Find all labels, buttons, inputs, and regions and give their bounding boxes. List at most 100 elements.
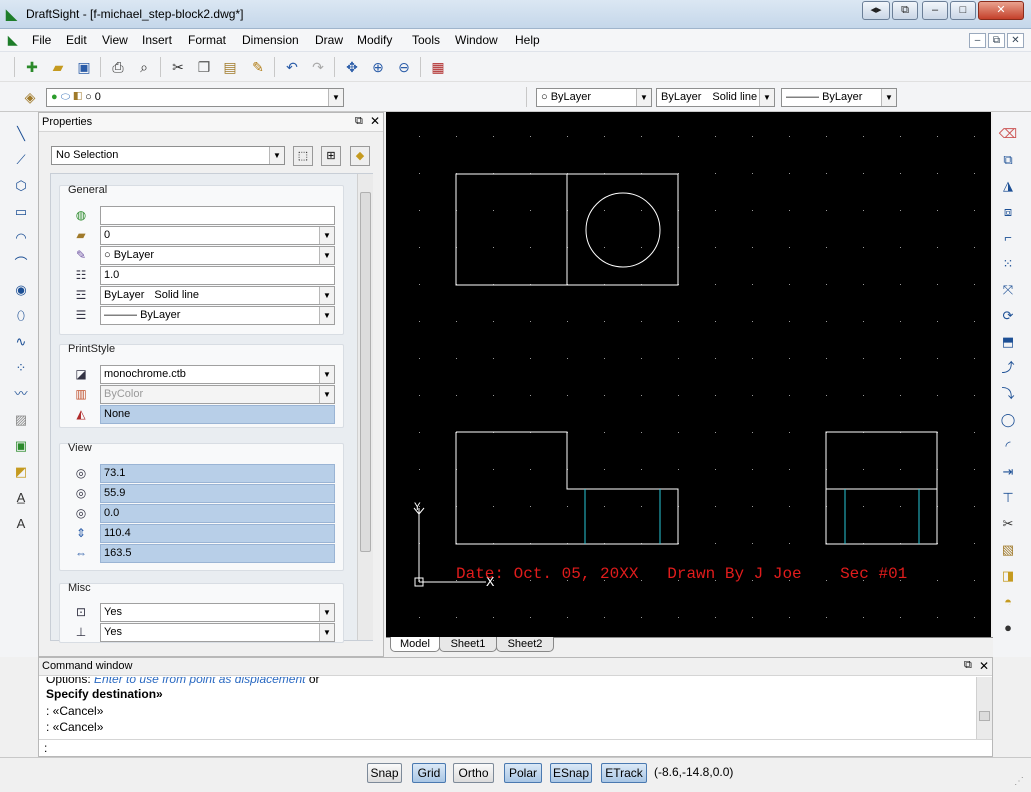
note-icon[interactable]: A̲: [11, 488, 31, 508]
linestyle-field[interactable]: ByLayer Solid line ▼: [100, 286, 335, 305]
esnap-button[interactable]: ESnap: [550, 763, 592, 783]
close-icon[interactable]: ✕: [979, 659, 989, 673]
simple-note-icon[interactable]: A: [11, 514, 31, 534]
layer-dropdown[interactable]: ● ⬭ ◧ ○ 0 ▼: [46, 88, 344, 107]
menu-draw[interactable]: Draw: [315, 33, 343, 47]
extend-icon[interactable]: ◯: [998, 410, 1018, 430]
view-height-field[interactable]: 110.4: [100, 524, 335, 543]
menu-dimension[interactable]: Dimension: [242, 33, 299, 47]
new-file-icon[interactable]: ✚: [22, 57, 42, 77]
make-block-icon[interactable]: ◩: [11, 462, 31, 482]
selection-dropdown[interactable]: No Selection ▼: [51, 146, 285, 165]
array-icon[interactable]: ⁙: [998, 254, 1018, 274]
arc-3point-icon[interactable]: ⌒: [11, 254, 31, 274]
eraser-icon[interactable]: ⌫: [998, 124, 1018, 144]
rotate-icon[interactable]: ⟳: [998, 306, 1018, 326]
move-icon[interactable]: ⤧: [998, 280, 1018, 300]
etrack-button[interactable]: ETrack: [601, 763, 647, 783]
open-folder-icon[interactable]: ▰: [48, 57, 68, 77]
linestyle-dropdown[interactable]: ByLayer Solid line ▼: [656, 88, 775, 107]
chamfer-icon[interactable]: ▧: [998, 540, 1018, 560]
zoom-window-icon[interactable]: ⊕: [368, 57, 388, 77]
close-icon[interactable]: ✕: [370, 114, 380, 128]
view-center-z-field[interactable]: 0.0: [100, 504, 335, 523]
polyline-icon[interactable]: ⟋: [11, 150, 31, 170]
zoom-previous-icon[interactable]: ⊖: [394, 57, 414, 77]
ortho-button[interactable]: Ortho: [453, 763, 494, 783]
tab-sheet1[interactable]: Sheet1: [439, 637, 497, 652]
printstyle-table-field[interactable]: monochrome.ctb ▼: [100, 365, 335, 384]
fillet-icon[interactable]: ◜: [998, 436, 1018, 456]
save-icon[interactable]: ▣: [74, 57, 94, 77]
menu-tools[interactable]: Tools: [412, 33, 440, 47]
toggle-pickadd-icon[interactable]: ◆: [350, 146, 370, 166]
copy-entity-icon[interactable]: ⧉: [998, 150, 1018, 170]
point-icon[interactable]: ⁘: [11, 358, 31, 378]
copy-icon[interactable]: ❐: [194, 57, 214, 77]
view-center-y-field[interactable]: 55.9: [100, 484, 335, 503]
restore-button[interactable]: ⧉: [892, 1, 918, 20]
bomb-icon[interactable]: ●: [998, 618, 1018, 638]
ellipse-icon[interactable]: ⬯: [11, 306, 31, 326]
print-preview-icon[interactable]: ⌕: [134, 57, 154, 77]
insert-block-icon[interactable]: ▣: [11, 436, 31, 456]
color-field[interactable]: ○ ByLayer ▼: [100, 246, 335, 265]
plotstyle-field[interactable]: None: [100, 405, 335, 424]
resize-grip-icon[interactable]: ⋰: [1014, 776, 1024, 787]
drawing-canvas[interactable]: X Y Date: Oct. 05, 20XX Drawn By J Joe S…: [386, 112, 991, 637]
menu-modify[interactable]: Modify: [357, 33, 392, 47]
float-icon[interactable]: ⧉: [355, 115, 363, 128]
paste-icon[interactable]: ▤: [220, 57, 240, 77]
hatch-icon[interactable]: ▨: [11, 410, 31, 430]
select-objects-icon[interactable]: ⬚: [293, 146, 313, 166]
command-input[interactable]: :: [39, 739, 992, 756]
minimize-button[interactable]: ‒: [922, 1, 948, 20]
misc-field-1[interactable]: Yes ▼: [100, 603, 335, 622]
cut-icon[interactable]: ✂: [168, 57, 188, 77]
polar-button[interactable]: Polar: [504, 763, 542, 783]
offset-icon[interactable]: ⧈: [998, 202, 1018, 222]
stretch-icon[interactable]: ⤴: [998, 358, 1018, 378]
maximize-button[interactable]: □: [950, 1, 976, 20]
spline-icon[interactable]: ∿: [11, 332, 31, 352]
properties-scrollbar[interactable]: [357, 174, 373, 640]
circle-icon[interactable]: ◉: [11, 280, 31, 300]
quick-select-icon[interactable]: ⊞: [321, 146, 341, 166]
float-icon[interactable]: ⧉: [964, 659, 972, 672]
edit-block-icon[interactable]: ◨: [998, 566, 1018, 586]
doc-minimize-button[interactable]: ‒: [969, 33, 986, 48]
lineweight-dropdown[interactable]: ——— ByLayer ▼: [781, 88, 897, 107]
freehand-icon[interactable]: 〰: [11, 384, 31, 404]
properties-palette-icon[interactable]: ▦: [428, 57, 448, 77]
trim-icon[interactable]: ⤵: [998, 384, 1018, 404]
tab-model[interactable]: Model: [390, 637, 440, 652]
menu-edit[interactable]: Edit: [66, 33, 87, 47]
doc-close-button[interactable]: ✕: [1007, 33, 1024, 48]
general-field-1[interactable]: [100, 206, 335, 225]
rectangle-icon[interactable]: ▭: [11, 202, 31, 222]
menu-window[interactable]: Window: [455, 33, 498, 47]
view-width-field[interactable]: 163.5: [100, 544, 335, 563]
join-icon[interactable]: ⇥: [998, 462, 1018, 482]
split-icon[interactable]: ◓: [998, 592, 1018, 612]
misc-field-2[interactable]: Yes ▼: [100, 623, 335, 642]
polygon-icon[interactable]: ⬡: [11, 176, 31, 196]
menu-file[interactable]: File: [32, 33, 51, 47]
menu-format[interactable]: Format: [188, 33, 226, 47]
layer-manager-icon[interactable]: ◈: [20, 87, 40, 107]
command-scrollbar[interactable]: [976, 677, 992, 739]
layer-field[interactable]: 0 ▼: [100, 226, 335, 245]
snap-button[interactable]: Snap: [367, 763, 402, 783]
doc-restore-button[interactable]: ⧉: [988, 33, 1005, 48]
grid-button[interactable]: Grid: [412, 763, 446, 783]
tab-sheet2[interactable]: Sheet2: [496, 637, 554, 652]
break-icon[interactable]: ⊤: [998, 488, 1018, 508]
pan-icon[interactable]: ✥: [342, 57, 362, 77]
undo-icon[interactable]: ↶: [282, 57, 302, 77]
lineweight-field[interactable]: ——— ByLayer ▼: [100, 306, 335, 325]
menu-insert[interactable]: Insert: [142, 33, 172, 47]
scrollbar-thumb[interactable]: [360, 192, 371, 552]
menu-help[interactable]: Help: [515, 33, 540, 47]
view-center-x-field[interactable]: 73.1: [100, 464, 335, 483]
redo-icon[interactable]: ↷: [308, 57, 328, 77]
